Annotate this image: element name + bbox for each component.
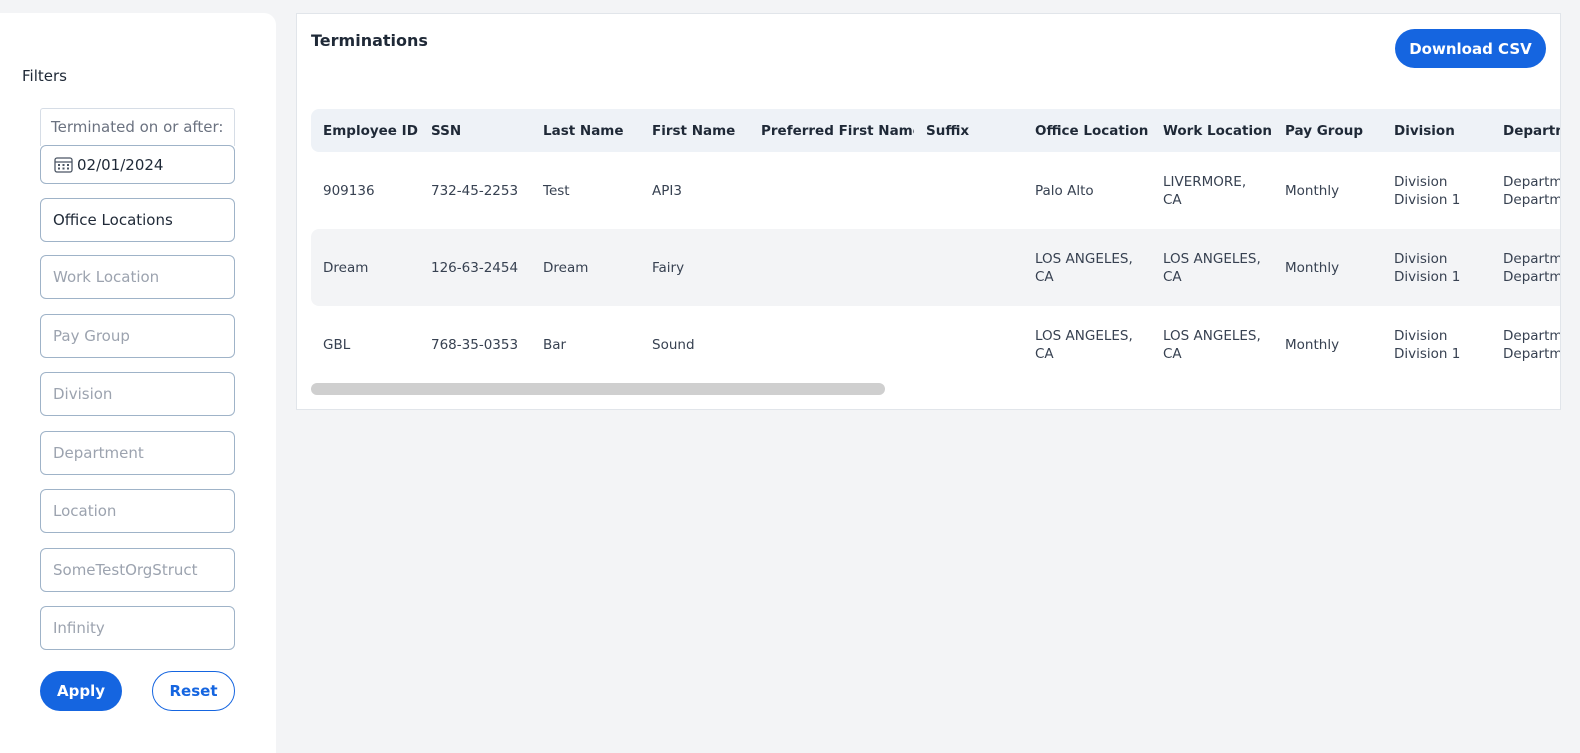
table-cell: Test bbox=[543, 182, 570, 199]
column-header[interactable]: SSN bbox=[419, 109, 531, 152]
column-header[interactable]: Division bbox=[1382, 109, 1491, 152]
table-cell bbox=[749, 306, 914, 383]
location-field[interactable] bbox=[40, 489, 235, 533]
table-cell: GBL bbox=[323, 336, 351, 353]
table-cell: Palo Alto bbox=[1035, 182, 1094, 199]
table-cell: 126-63-2454 bbox=[419, 229, 531, 306]
table-cell: Monthly bbox=[1285, 182, 1340, 199]
table-cell bbox=[914, 152, 1023, 229]
table-cell: Dream bbox=[311, 229, 419, 306]
column-header[interactable]: Work Location bbox=[1151, 109, 1273, 152]
table-cell: 909136 bbox=[323, 182, 375, 199]
filters-sidebar: Filters Terminated on or after: 02/01/20… bbox=[0, 13, 276, 753]
table-cell: 732-45-2253 bbox=[431, 182, 519, 199]
table-cell: Bar bbox=[543, 336, 567, 353]
horizontal-scrollbar[interactable] bbox=[311, 383, 885, 395]
apply-button[interactable]: Apply bbox=[40, 671, 122, 711]
terminated-date-value: 02/01/2024 bbox=[77, 155, 164, 174]
table-cell: Monthly bbox=[1285, 336, 1340, 353]
page-title: Terminations bbox=[311, 31, 428, 50]
work-location-field[interactable] bbox=[40, 255, 235, 299]
column-header[interactable]: First Name bbox=[640, 109, 749, 152]
table-cell: LOS ANGELES, CA bbox=[1151, 229, 1273, 306]
table-cell: Division Division 1 bbox=[1394, 173, 1461, 208]
terminated-date-label: Terminated on or after: bbox=[40, 108, 235, 146]
table-cell: LIVERMORE, CA bbox=[1163, 173, 1247, 208]
department-field[interactable] bbox=[40, 431, 235, 475]
table-header-row: Employee ID SSN Last Name First Name Pre… bbox=[311, 109, 1560, 152]
table-cell: Sound bbox=[652, 336, 695, 353]
table-cell: LOS ANGELES, CA bbox=[1023, 229, 1151, 306]
terminations-panel: Terminations Download CSV Employee ID SS… bbox=[296, 13, 1561, 410]
table-cell: LOS ANGELES, CA bbox=[1035, 327, 1133, 362]
column-header[interactable]: Suffix bbox=[914, 109, 1023, 152]
column-header[interactable]: Department bbox=[1491, 109, 1560, 152]
table-cell: 768-35-0353 bbox=[431, 336, 519, 353]
table-cell: Monthly bbox=[1273, 229, 1382, 306]
table-cell: Division Division 1 bbox=[1394, 327, 1461, 362]
table-cell bbox=[749, 229, 914, 306]
pay-group-field[interactable] bbox=[40, 314, 235, 358]
table-cell: Division Division 1 bbox=[1382, 229, 1491, 306]
table-cell bbox=[749, 152, 914, 229]
terminated-date-field[interactable]: 02/01/2024 bbox=[40, 145, 235, 184]
table-cell: LOS ANGELES, CA bbox=[1163, 327, 1261, 362]
table-cell: Dream bbox=[531, 229, 640, 306]
calendar-icon bbox=[54, 157, 73, 173]
column-header[interactable]: Employee ID bbox=[311, 109, 419, 152]
column-header[interactable]: Preferred First Name bbox=[749, 109, 914, 152]
download-csv-button[interactable]: Download CSV bbox=[1395, 29, 1546, 68]
infinity-field[interactable] bbox=[40, 606, 235, 650]
table-cell: Department Department 2 bbox=[1491, 229, 1560, 306]
terminations-table: Employee ID SSN Last Name First Name Pre… bbox=[311, 109, 1561, 383]
table-row[interactable]: Dream 126-63-2454 Dream Fairy LOS ANGELE… bbox=[311, 229, 1560, 306]
table-cell: Fairy bbox=[640, 229, 749, 306]
table-cell: Department Department 1 bbox=[1503, 173, 1561, 208]
column-header[interactable]: Pay Group bbox=[1273, 109, 1382, 152]
table-cell bbox=[914, 306, 1023, 383]
column-header[interactable]: Office Location bbox=[1023, 109, 1151, 152]
org-struct-field[interactable] bbox=[40, 548, 235, 592]
terminations-table-container: Employee ID SSN Last Name First Name Pre… bbox=[311, 109, 1561, 399]
table-cell: API3 bbox=[652, 182, 682, 199]
column-header[interactable]: Last Name bbox=[531, 109, 640, 152]
reset-button[interactable]: Reset bbox=[152, 671, 235, 711]
filters-title: Filters bbox=[22, 67, 67, 85]
division-field[interactable] bbox=[40, 372, 235, 416]
table-cell bbox=[914, 229, 1023, 306]
table-row[interactable]: 909136 732-45-2253 Test API3 Palo Alto L… bbox=[311, 152, 1561, 229]
table-cell: Department Department 1 bbox=[1503, 327, 1561, 362]
office-locations-field[interactable] bbox=[40, 198, 235, 242]
table-row[interactable]: GBL 768-35-0353 Bar Sound LOS ANGELES, C… bbox=[311, 306, 1561, 383]
